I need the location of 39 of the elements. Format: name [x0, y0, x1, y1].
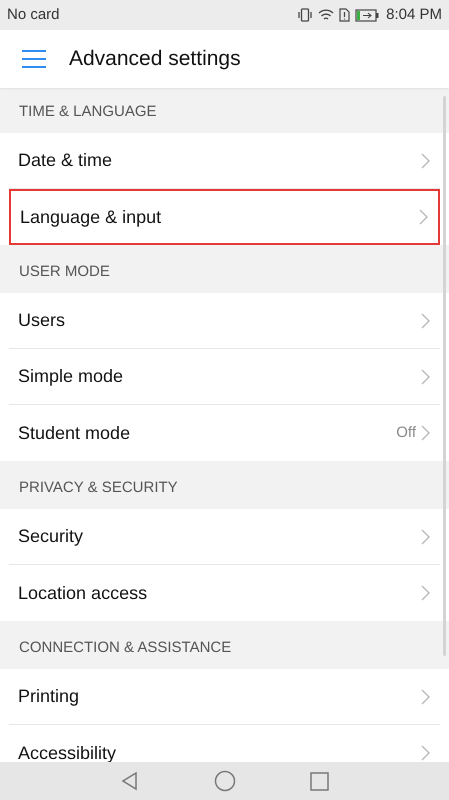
settings-row[interactable]: Date & time: [9, 133, 440, 189]
settings-row[interactable]: Location access: [9, 565, 440, 621]
section-header: USER MODE: [19, 262, 110, 282]
page-title: Advanced settings: [69, 46, 241, 72]
row-label: Security: [18, 525, 84, 548]
back-icon[interactable]: [120, 771, 140, 791]
clock-text: 8:04 PM: [386, 4, 442, 25]
chevron-right-icon: [421, 528, 430, 544]
row-value: Off: [396, 422, 416, 443]
row-label: Users: [18, 309, 66, 332]
row-label: Language & input: [20, 206, 162, 229]
row-label: Simple mode: [18, 365, 124, 388]
settings-row[interactable]: Student mode Off: [9, 405, 440, 461]
section-header: CONNECTION & ASSISTANCE: [19, 638, 232, 658]
chevron-right-icon: [421, 152, 430, 168]
vibrate-icon: [297, 8, 314, 22]
chevron-right-icon: [421, 312, 430, 328]
chevron-right-icon: [421, 688, 430, 704]
row-label: Location access: [18, 582, 148, 604]
sim-alert-icon: [339, 8, 350, 22]
row-label: Accessibility: [18, 742, 116, 762]
home-icon[interactable]: [214, 770, 236, 792]
chevron-right-icon: [421, 745, 430, 761]
settings-row[interactable]: Language & input: [9, 189, 440, 245]
row-label: Date & time: [18, 149, 112, 172]
section-header: PRIVACY & SECURITY: [19, 478, 178, 498]
recents-icon[interactable]: [310, 772, 329, 790]
chevron-right-icon: [421, 425, 430, 441]
chevron-right-icon: [419, 209, 428, 225]
wifi-icon: [318, 8, 334, 22]
chevron-right-icon: [421, 585, 430, 601]
menu-button[interactable]: [22, 50, 46, 68]
carrier-text: No card: [7, 4, 60, 25]
section-header: TIME & LANGUAGE: [19, 102, 157, 122]
chevron-right-icon: [421, 368, 430, 384]
battery-icon: [355, 8, 380, 22]
row-label: Printing: [18, 685, 80, 708]
settings-row[interactable]: Accessibility: [9, 725, 440, 762]
row-label: Student mode: [18, 422, 130, 444]
